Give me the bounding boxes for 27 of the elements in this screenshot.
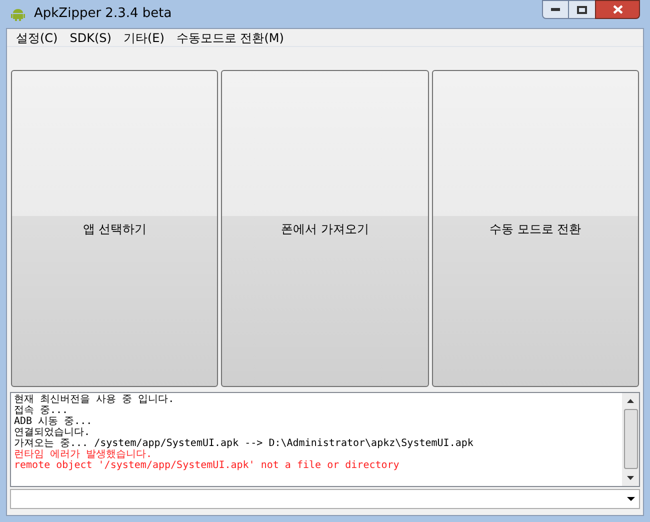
scroll-down-icon	[627, 476, 634, 480]
menu-item[interactable]: 기타(E)	[118, 28, 170, 46]
dropdown-arrow-icon	[627, 497, 635, 501]
log-line: 현재 최신버전을 사용 중 입니다.	[14, 394, 176, 405]
log-line: 가져오는 중... /system/app/SystemUI.apk --> D:\Administrator\apkz\SystemUI.apk	[14, 438, 474, 449]
log-line: 연결되었습니다.	[14, 427, 92, 438]
scroll-up-icon	[627, 399, 634, 403]
maximize-button[interactable]	[569, 0, 595, 19]
minimize-button[interactable]	[542, 0, 569, 19]
menu-item[interactable]: 설정(C)	[11, 28, 63, 46]
log-line: ADB 시동 중...	[14, 416, 94, 427]
action-button[interactable]: 앱 선택하기	[11, 70, 218, 387]
android-icon	[10, 6, 26, 22]
log-line: 런타임 에러가 발생했습니다.	[14, 449, 154, 460]
action-button[interactable]: 수동 모드로 전환	[432, 70, 639, 387]
log-line: remote object '/system/app/SystemUI.apk' not a file or directory	[14, 460, 400, 471]
maximize-icon	[577, 6, 587, 14]
action-button[interactable]: 폰에서 가져오기	[221, 70, 429, 387]
menu-item[interactable]: 수동모드로 전환(M)	[171, 28, 289, 46]
close-icon	[612, 5, 622, 14]
log-line: 접속 중...	[14, 405, 70, 416]
scrollbar[interactable]	[622, 393, 639, 486]
minimize-icon	[551, 8, 560, 11]
window-title: ApkZipper 2.3.4 beta	[34, 5, 172, 24]
scrollbar-thumb[interactable]	[624, 409, 638, 469]
close-button[interactable]	[595, 0, 640, 19]
menu-item[interactable]: SDK(S)	[64, 28, 116, 46]
